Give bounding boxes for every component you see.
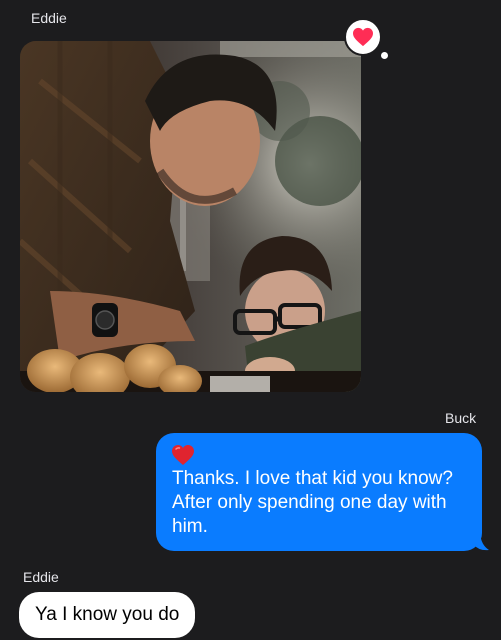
heart-icon	[353, 27, 373, 47]
outgoing-bubble-tail	[474, 533, 489, 551]
outgoing-message-bubble[interactable]: Thanks. I love that kid you know? After …	[156, 433, 482, 551]
tapback-tail	[381, 52, 388, 59]
tapback-reaction[interactable]	[344, 18, 382, 56]
incoming-message-text: Ya I know you do	[35, 604, 180, 625]
photo-image	[20, 41, 361, 392]
outgoing-message-text: Thanks. I love that kid you know? After …	[172, 468, 453, 537]
sender-name-eddie: Eddie	[31, 10, 67, 26]
photo-attachment[interactable]	[20, 41, 361, 392]
sender-name-eddie: Eddie	[23, 569, 59, 585]
red-heart-emoji-icon	[172, 445, 194, 465]
sender-name-buck: Buck	[445, 410, 477, 426]
incoming-message-bubble[interactable]: Ya I know you do	[19, 592, 196, 638]
